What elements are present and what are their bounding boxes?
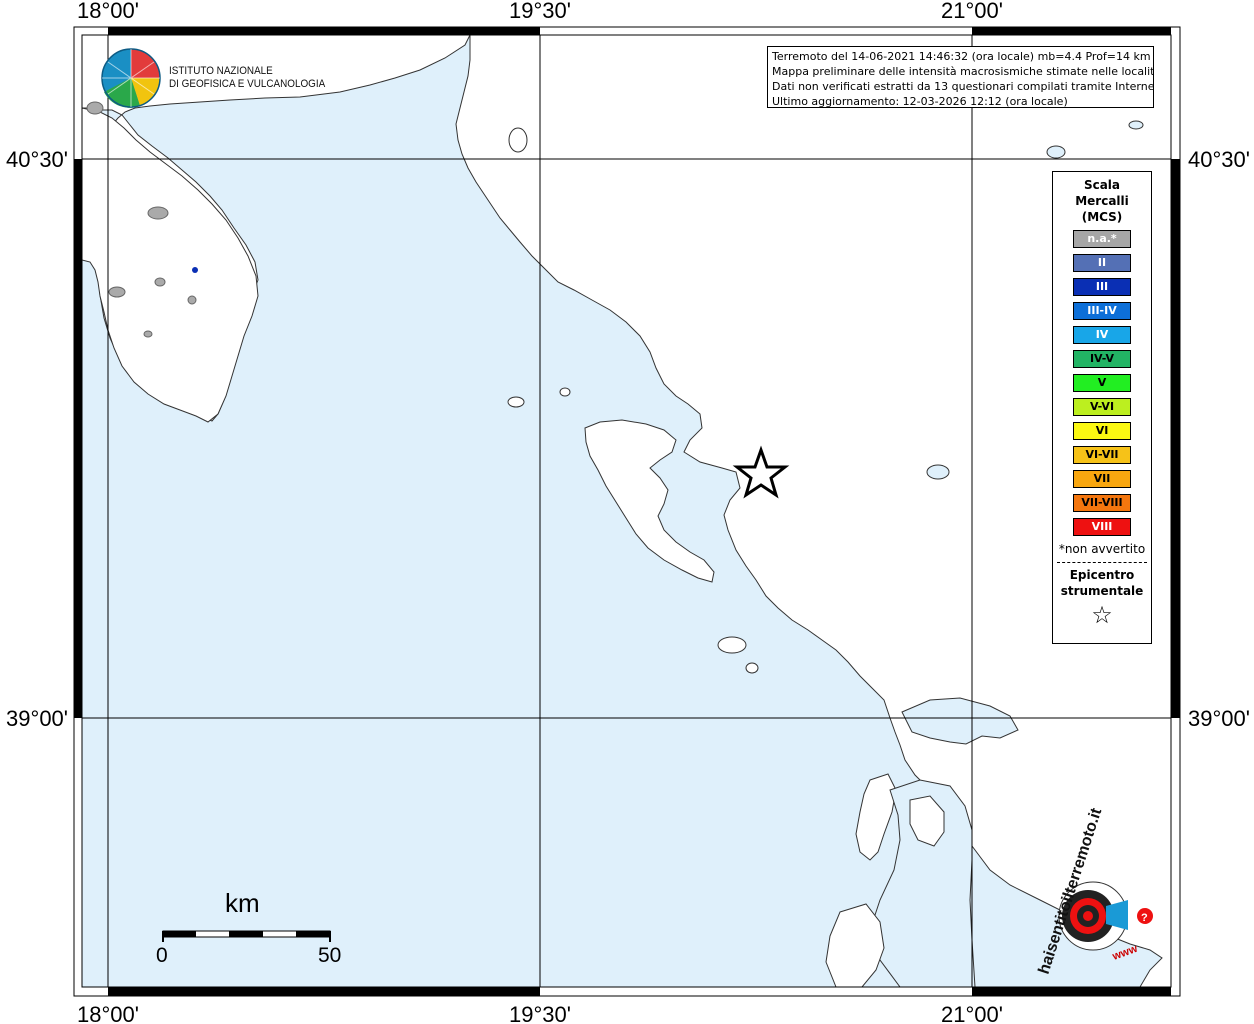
legend-title-line2: Mercalli — [1075, 194, 1129, 208]
island-1 — [507, 396, 525, 408]
legend-epicenter-line1: Epicentro — [1069, 568, 1135, 582]
lake-5 — [187, 295, 197, 305]
top-label-1: 18°00' — [77, 0, 139, 23]
island-5 — [508, 127, 528, 153]
left-label-2: 39°00' — [6, 706, 68, 731]
event-info-line1: Terremoto del 14-06-2021 14:46:32 (ora l… — [772, 50, 1151, 63]
svg-text:?: ? — [1141, 912, 1148, 924]
legend-item: VI — [1073, 422, 1131, 440]
ingv-name-line2: DI GEOFISICA E VULCANOLOGIA — [169, 78, 326, 90]
island-8 — [1128, 120, 1144, 130]
legend-item: V-VI — [1073, 398, 1131, 416]
legend-items: n.a.* II III III-IV IV IV-V V V-VI VI VI-VII VII VI… — [1053, 230, 1151, 536]
left-label-1: 40°30' — [6, 147, 68, 172]
top-label-3: 21°00' — [941, 0, 1003, 23]
legend-item: IV — [1073, 326, 1131, 344]
top-label-2: 19°30' — [509, 0, 571, 23]
island-3 — [717, 636, 747, 654]
legend-item: VI-VII — [1073, 446, 1131, 464]
legend-title-line1: Scala — [1083, 178, 1121, 192]
bottom-label-1: 18°00' — [77, 1002, 139, 1024]
scale-bar-title: km — [225, 888, 260, 918]
bottom-label-2: 19°30' — [509, 1002, 571, 1024]
legend-item: III — [1073, 278, 1131, 296]
legend-item: IV-V — [1073, 350, 1131, 368]
legend-item: III-IV — [1073, 302, 1131, 320]
island-2 — [559, 387, 571, 397]
legend-epicenter-label: Epicentro strumentale — [1053, 567, 1151, 599]
event-info-line2: Mappa preliminare delle intensità macros… — [772, 65, 1154, 78]
lake-1 — [147, 206, 169, 220]
legend-item: II — [1073, 254, 1131, 272]
scale-bar-end: 50 — [318, 944, 342, 967]
island-4 — [745, 662, 759, 674]
legend-title-line3: (MCS) — [1081, 210, 1123, 224]
ingv-name-line1: ISTITUTO NAZIONALE — [169, 65, 273, 77]
lake-7 — [192, 267, 198, 273]
lake-4 — [154, 277, 166, 287]
mcs-legend: Scala Mercalli (MCS) n.a.* II III III-IV IV I… — [1052, 171, 1152, 644]
island-6 — [926, 464, 950, 480]
event-info-line4: Ultimo aggiornamento: 12-03-2026 12:12 (… — [772, 95, 1068, 108]
event-info-box: Terremoto del 14-06-2021 14:46:32 (ora l… — [767, 46, 1154, 108]
axis-labels-top: 18°00' 19°30' 21°00' — [77, 0, 1003, 23]
lake-3 — [86, 101, 104, 115]
axis-labels-left: 40°30' 39°00' — [6, 147, 68, 731]
lake-6 — [143, 330, 153, 338]
legend-star-icon: ☆ — [1091, 601, 1113, 629]
axis-labels-right: 40°30' 39°00' — [1188, 147, 1250, 731]
event-info-line3: Dati non verificati estratti da 13 quest… — [772, 80, 1154, 93]
legend-item: V — [1073, 374, 1131, 392]
legend-item: VII — [1073, 470, 1131, 488]
bottom-label-3: 21°00' — [941, 1002, 1003, 1024]
legend-epicenter-line2: strumentale — [1060, 584, 1144, 598]
ingv-logo-text: ISTITUTO NAZIONALE DI GEOFISICA E VULCAN… — [169, 65, 325, 91]
legend-item: VII-VIII — [1073, 494, 1131, 512]
island-7 — [1046, 145, 1066, 159]
legend-note: *non avvertito — [1058, 542, 1146, 556]
legend-separator — [1057, 562, 1147, 563]
right-label-2: 39°00' — [1188, 706, 1250, 731]
axis-labels-bottom: 18°00' 19°30' 21°00' — [77, 1002, 1003, 1024]
legend-item: VIII — [1073, 518, 1131, 536]
legend-item: n.a.* — [1073, 230, 1131, 248]
legend-title: Scala Mercalli (MCS) — [1053, 177, 1151, 225]
scale-bar-start: 0 — [156, 944, 168, 967]
right-label-1: 40°30' — [1188, 147, 1250, 172]
ingv-logo-globe — [101, 48, 161, 108]
lake-2 — [108, 286, 126, 298]
